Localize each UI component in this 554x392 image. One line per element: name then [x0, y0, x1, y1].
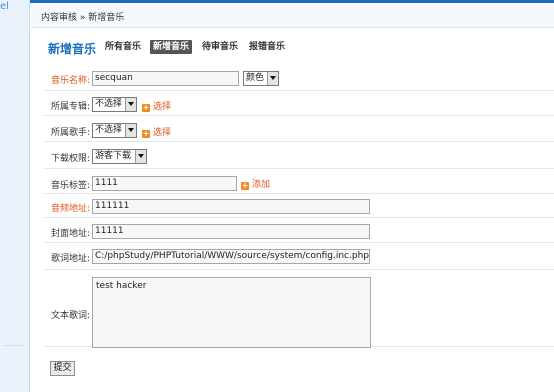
album-select[interactable]: 不选择 — [92, 97, 137, 112]
singer-select-value: 不选择 — [95, 125, 123, 135]
audio-url-label: 音频地址: — [51, 204, 91, 214]
music-name-label: 音乐名称: — [51, 76, 91, 86]
plus-icon: + — [142, 129, 150, 138]
chevron-down-icon — [125, 124, 136, 137]
tab-add-music[interactable]: 新增音乐 — [150, 40, 193, 54]
breadcrumb: 内容审核 » 新增音乐 — [41, 13, 125, 23]
tags-add-link[interactable]: + 添加 — [241, 177, 270, 190]
album-label: 所属专辑: — [51, 102, 91, 112]
page-title: 新增音乐 — [48, 42, 97, 56]
album-choose-link[interactable]: + 选择 — [142, 99, 171, 112]
lyrics-text-label: 文本歌词: — [51, 311, 91, 321]
form-row-tags: 音乐标签: 1111 + 添加 — [44, 169, 554, 194]
cover-url-label: 封面地址: — [51, 229, 91, 239]
tab-all-music[interactable]: 所有音乐 — [105, 40, 141, 54]
tab-pending-music[interactable]: 待审音乐 — [202, 40, 238, 54]
plus-icon: + — [142, 103, 150, 112]
album-choose-label: 选择 — [153, 102, 172, 112]
form-row-lyrics-text: 文本歌词: test hacker — [44, 270, 554, 348]
music-name-input[interactable]: secquan — [92, 71, 239, 86]
chevron-down-icon — [125, 98, 136, 111]
sidebar-divider — [4, 345, 24, 346]
chevron-down-icon — [267, 72, 278, 85]
sidebar: el — [0, 0, 30, 392]
form-row-music-name: 音乐名称: secquan 颜色 — [44, 66, 554, 91]
lyrics-url-input[interactable]: C:/phpStudy/PHPTutorial/WWW/source/syste… — [92, 249, 370, 264]
lyrics-url-label: 歌词地址: — [51, 254, 91, 264]
tags-input[interactable]: 1111 — [92, 176, 237, 191]
singer-choose-label: 选择 — [153, 128, 172, 138]
form-row-album: 所属专辑: 不选择 + 选择 — [44, 91, 554, 116]
plus-icon: + — [241, 181, 249, 190]
submit-button[interactable]: 提交 — [50, 361, 75, 376]
album-select-value: 不选择 — [95, 99, 123, 109]
form-row-download: 下载权限: 游客下载 — [44, 142, 554, 169]
tags-label: 音乐标签: — [51, 181, 91, 191]
form-row-cover-url: 封面地址: 11111 — [44, 218, 554, 243]
audio-url-input[interactable]: 111111 — [92, 199, 370, 214]
download-select-value: 游客下载 — [95, 151, 132, 161]
form-row-singer: 所属歌手: 不选择 + 选择 — [44, 116, 554, 142]
form-row-audio-url: 音频地址: 111111 — [44, 194, 554, 218]
tab-error-music[interactable]: 报错音乐 — [249, 40, 285, 54]
lyrics-textarea[interactable]: test hacker — [92, 277, 371, 348]
color-select[interactable]: 颜色 — [243, 71, 279, 86]
breadcrumb-bar: 内容审核 » 新增音乐 — [31, 3, 554, 28]
sidebar-partial-text: el — [0, 1, 9, 12]
tags-add-label: 添加 — [252, 180, 271, 190]
download-select[interactable]: 游客下载 — [92, 149, 147, 164]
color-select-value: 颜色 — [246, 73, 265, 83]
singer-select[interactable]: 不选择 — [92, 123, 137, 138]
music-form: 音乐名称: secquan 颜色 所属专辑: 不选择 + 选择 所属歌手: 不选择… — [44, 66, 554, 348]
download-label: 下载权限: — [51, 154, 91, 164]
singer-choose-link[interactable]: + 选择 — [142, 125, 171, 138]
form-row-lyrics-url: 歌词地址: C:/phpStudy/PHPTutorial/WWW/source… — [44, 243, 554, 270]
singer-label: 所属歌手: — [51, 128, 91, 138]
cover-url-input[interactable]: 11111 — [92, 224, 370, 239]
chevron-down-icon — [135, 150, 146, 163]
